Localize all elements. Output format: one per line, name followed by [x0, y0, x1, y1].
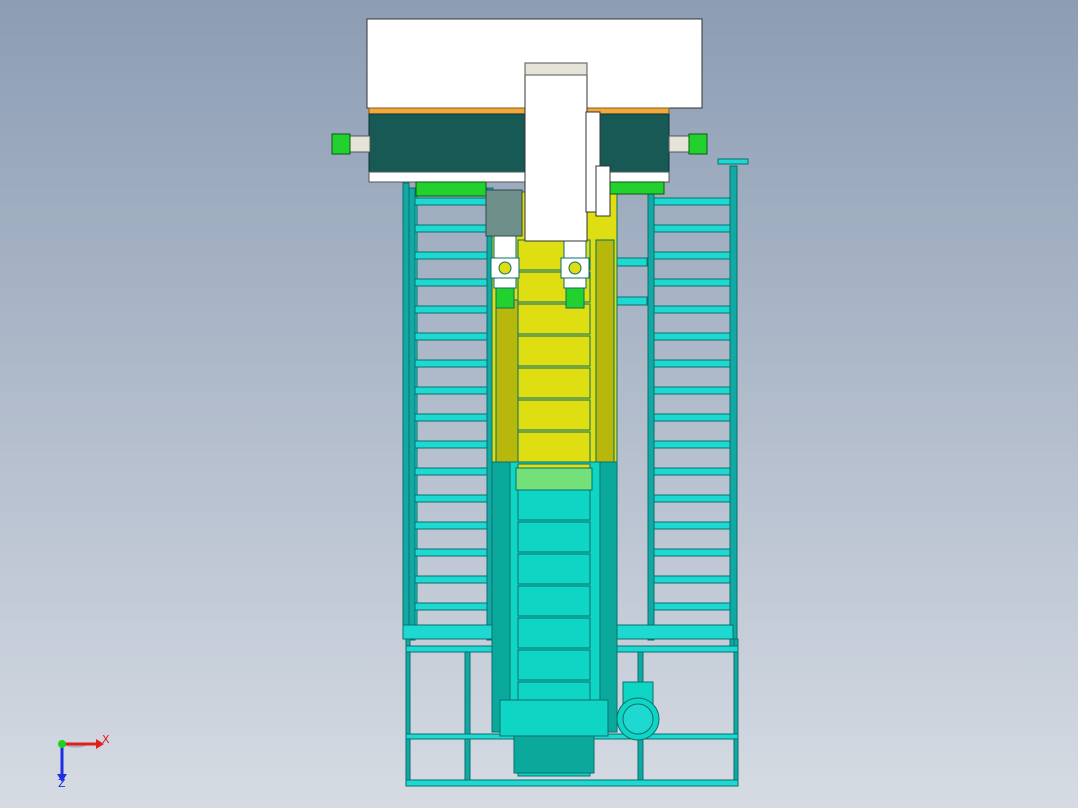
right-ladder-rung: [653, 359, 731, 368]
right-ladder-rung: [653, 467, 731, 476]
right-link-lower: [616, 296, 648, 306]
cyan-step: [517, 649, 591, 681]
left-bottom-bar: [402, 624, 496, 640]
column-yellow-right-lip: [595, 239, 615, 471]
right-arm-stub: [668, 135, 692, 153]
right-ladder-rung: [653, 251, 731, 260]
left-arm-end: [331, 133, 351, 155]
right-clamp-bolt: [568, 261, 582, 275]
right-ladder-rung: [653, 494, 731, 503]
left-ladder-rung: [414, 278, 488, 287]
head-bottom-rail: [368, 171, 670, 183]
yellow-step: [517, 399, 591, 431]
right-outer-post: [729, 165, 738, 647]
transition-step: [515, 467, 593, 491]
left-ladder-rung: [414, 359, 488, 368]
yellow-step: [517, 335, 591, 367]
left-clamp-grip: [495, 287, 515, 309]
right-post-cap: [717, 158, 749, 165]
left-ladder-rung: [414, 197, 488, 206]
left-ladder-rung: [414, 548, 488, 557]
right-ladder-rung: [653, 575, 731, 584]
slide-side-bracket: [595, 165, 611, 217]
left-ladder-rung: [414, 521, 488, 530]
right-ladder-rung: [653, 224, 731, 233]
head-right-plate: [607, 181, 665, 195]
head-orange-strip: [368, 107, 670, 115]
left-ladder-rung: [414, 494, 488, 503]
cyan-step: [517, 489, 591, 521]
right-ladder-rung: [653, 332, 731, 341]
right-arm-end: [688, 133, 708, 155]
cad-model-view[interactable]: [0, 0, 1078, 808]
triad-y-axis: [58, 740, 66, 748]
right-clamp-neck: [563, 277, 587, 289]
right-ladder-rung: [653, 413, 731, 422]
right-ladder-rung: [653, 440, 731, 449]
left-ladder-rung: [414, 386, 488, 395]
column-base-flange: [499, 699, 609, 737]
drive-motor[interactable]: [616, 681, 660, 741]
head-gray-block: [485, 189, 523, 237]
vertical-slide-cap: [524, 62, 588, 76]
column-cyan-right-side: [599, 461, 618, 733]
cyan-step: [517, 553, 591, 585]
left-ladder-rung: [414, 440, 488, 449]
left-outer-post: [402, 182, 410, 639]
yellow-step: [517, 431, 591, 463]
vertical-slide: [524, 62, 588, 242]
left-ladder-rung: [414, 305, 488, 314]
head-left-plate: [415, 181, 487, 197]
left-clamp-top: [493, 235, 517, 259]
right-ladder-rung: [653, 305, 731, 314]
right-ladder-rung: [653, 548, 731, 557]
column-yellow-left-lip: [495, 299, 519, 471]
triad-x-label: X: [102, 733, 110, 746]
right-ladder-rung: [653, 386, 731, 395]
yellow-step: [517, 367, 591, 399]
right-ladder-rung: [653, 278, 731, 287]
right-ladder-rail-left: [647, 187, 655, 641]
left-ladder-rail-left: [408, 187, 416, 641]
cyan-step: [517, 617, 591, 649]
head-body: [368, 113, 670, 173]
right-bottom-bar: [614, 624, 734, 640]
column-cyan-left-side: [491, 461, 511, 733]
left-ladder-rung: [414, 224, 488, 233]
left-clamp-neck: [493, 277, 517, 289]
right-ladder-rung: [653, 197, 731, 206]
central-column[interactable]: [490, 191, 618, 777]
base-leg-right: [733, 638, 739, 784]
right-ladder-rung: [653, 602, 731, 611]
right-clamp-grip: [565, 287, 585, 309]
right-ladder-rung: [653, 521, 731, 530]
motor-hub: [622, 703, 654, 735]
cyan-step: [517, 585, 591, 617]
cyan-step: [517, 521, 591, 553]
right-link-upper: [616, 257, 648, 267]
left-ladder-rung: [414, 332, 488, 341]
base-leg-left: [405, 638, 411, 784]
left-clamp-bolt: [498, 261, 512, 275]
triad-z-label: Z: [58, 777, 66, 790]
base-leg-mid-left: [464, 651, 471, 784]
left-ladder-rung: [414, 251, 488, 260]
left-arm-stub: [347, 135, 371, 153]
base-bottom-beam: [405, 779, 739, 787]
cad-viewport[interactable]: X Z: [0, 0, 1078, 808]
left-ladder-rung: [414, 467, 488, 476]
left-ladder-rung: [414, 602, 488, 611]
left-ladder-rung: [414, 575, 488, 584]
left-ladder-rung: [414, 413, 488, 422]
